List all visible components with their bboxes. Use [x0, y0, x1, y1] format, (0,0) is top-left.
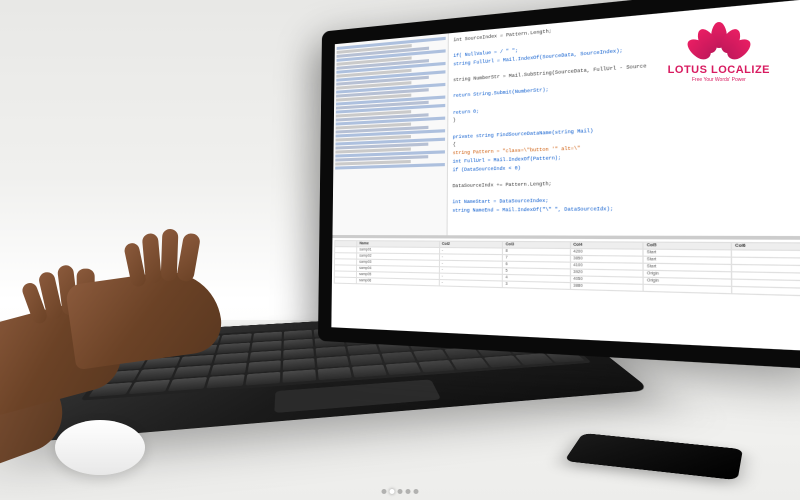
carousel-dots — [382, 489, 419, 494]
carousel-dot[interactable] — [406, 489, 411, 494]
brand-name: LOTUS LOCALIZE — [668, 64, 770, 76]
brand-logo: LOTUS LOCALIZE Free Your Words' Power — [668, 20, 770, 83]
carousel-dot[interactable] — [382, 489, 387, 494]
ide-bottom-panel: NameCol2Col3Col4Col5Col6samp01-84200Star… — [331, 236, 800, 352]
laptop-trackpad — [274, 379, 441, 413]
carousel-dot[interactable] — [414, 489, 419, 494]
ide-sidebar — [332, 33, 449, 235]
data-table-panel: NameCol2Col3Col4Col5Col6samp01-84200Star… — [331, 238, 800, 352]
carousel-dot-active[interactable] — [390, 489, 395, 494]
brand-tagline: Free Your Words' Power — [668, 77, 770, 83]
photo-scene: int SourceIndex = Pattern.Length; if( Nu… — [0, 0, 800, 500]
carousel-dot[interactable] — [398, 489, 403, 494]
hands-typing — [0, 240, 240, 440]
data-table: NameCol2Col3Col4Col5Col6samp01-84200Star… — [334, 240, 800, 297]
lotus-flower-icon — [689, 20, 749, 60]
